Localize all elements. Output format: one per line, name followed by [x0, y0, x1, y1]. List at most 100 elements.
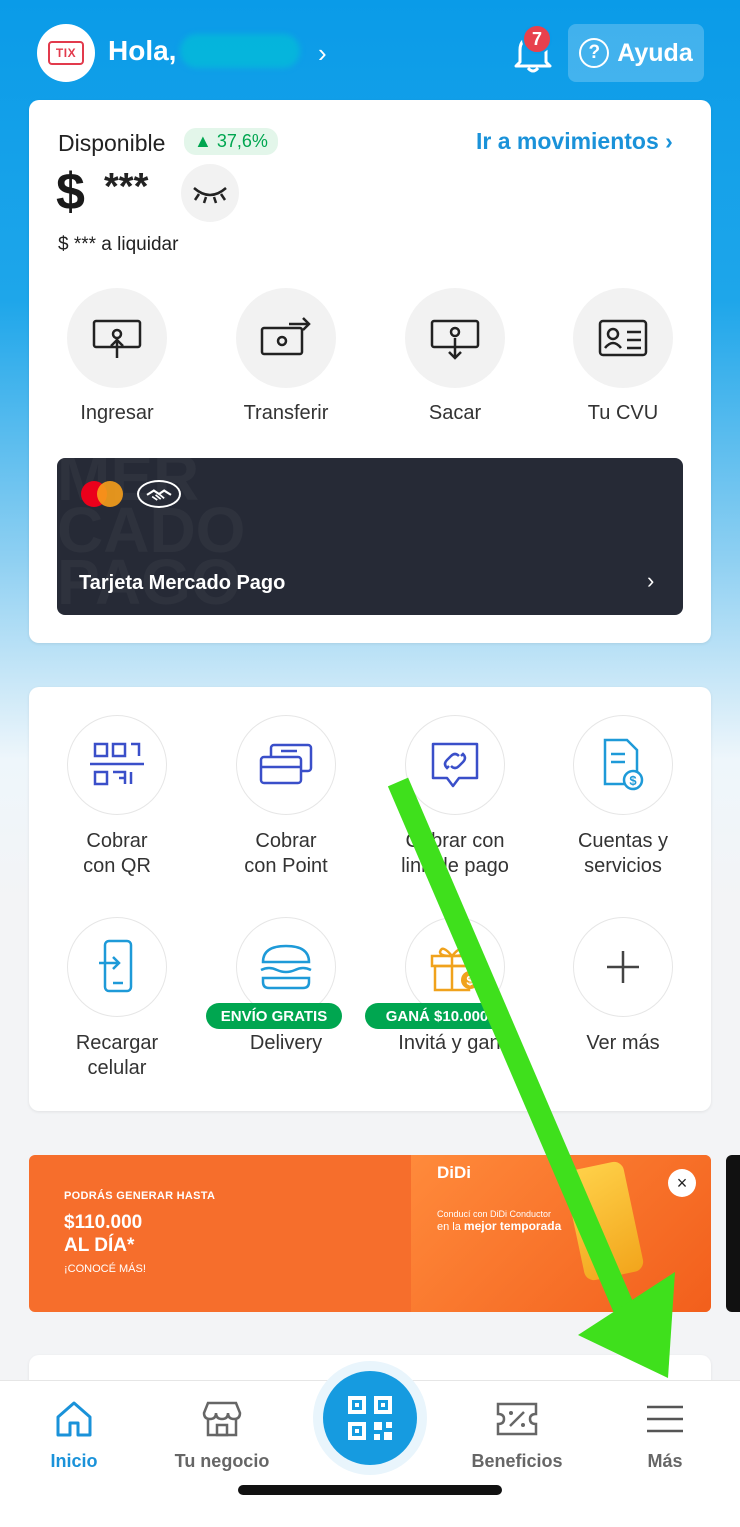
gift-icon: $ — [430, 947, 479, 992]
avatar[interactable]: TIX — [37, 24, 95, 82]
service-label: Cobrar con Point — [244, 830, 328, 877]
help-button[interactable]: ? Ayuda — [568, 24, 704, 82]
chevron-right-icon[interactable]: › — [318, 38, 327, 69]
win-money-tag: GANÁ $10.000 — [365, 1003, 509, 1029]
currency-symbol: $ — [56, 163, 85, 221]
service-circle — [573, 917, 673, 1017]
service-circle — [67, 715, 167, 815]
action-label: Tu CVU — [587, 402, 659, 424]
service-recargar[interactable]: Recargar celular — [37, 917, 197, 1081]
tagline-prefix: en la — [437, 1221, 461, 1233]
banner-line3: AL DÍA* — [64, 1235, 135, 1256]
nav-tu-negocio[interactable]: Tu negocio — [152, 1395, 292, 1472]
action-tu-cvu[interactable]: Tu CVU — [563, 288, 683, 425]
promo-banner[interactable]: PODRÁS GENERAR HASTA $110.000 AL DÍA* ¡C… — [29, 1155, 711, 1312]
action-circle — [573, 288, 673, 388]
service-label: Invitá y ganá — [398, 1032, 512, 1054]
service-cuentas[interactable]: $ Cuentas y servicios — [543, 715, 703, 879]
nav-icon-wrap — [152, 1395, 292, 1443]
banner-line1: PODRÁS GENERAR HASTA — [64, 1190, 216, 1202]
greeting[interactable]: Hola, — [108, 34, 301, 68]
balance-card: Disponible ▲ 37,6% Ir a movimientos › $ … — [29, 100, 711, 643]
nav-icon-wrap — [595, 1395, 735, 1443]
nav-label: Inicio — [50, 1451, 98, 1471]
didi-tagline1: Conducí con DiDi Conductor — [437, 1209, 552, 1219]
top-header: TIX Hola, › 7 ? Ayuda — [0, 0, 740, 100]
store-icon — [202, 1401, 242, 1437]
action-transferir[interactable]: Transferir — [226, 288, 346, 425]
bottom-navigation: Inicio Tu negocio Beneficios Más — [0, 1361, 740, 1527]
card-label: Tarjeta Mercado Pago — [79, 572, 286, 594]
didi-logo: DiDi — [437, 1163, 471, 1182]
nav-mas[interactable]: Más — [595, 1395, 735, 1472]
nav-inicio[interactable]: Inicio — [4, 1395, 144, 1472]
service-label: Recargar celular — [75, 1032, 159, 1079]
withdraw-icon — [430, 319, 480, 360]
service-label: Cuentas y servicios — [577, 830, 669, 877]
plus-icon — [607, 951, 639, 983]
home-indicator — [238, 1485, 502, 1495]
ticket-icon — [496, 1402, 538, 1436]
service-circle: $ — [573, 715, 673, 815]
service-cobrar-link[interactable]: Cobrar con link de pago — [375, 715, 535, 879]
banner-amount: $110.000 AL DÍA* — [64, 1211, 142, 1257]
mastercard-logo-icon — [81, 481, 123, 507]
services-card: Cobrar con QR Cobrar con Point Cobrar co… — [29, 687, 711, 1111]
service-label: Delivery — [249, 1032, 323, 1054]
banner-line2: $110.000 — [64, 1212, 143, 1233]
svg-text:$: $ — [629, 773, 637, 788]
balance-title: Disponible — [58, 130, 166, 156]
toggle-visibility-button[interactable] — [181, 164, 239, 222]
movements-link[interactable]: Ir a movimientos › — [476, 128, 673, 155]
phone-recharge-icon — [99, 939, 133, 993]
nav-label: Beneficios — [471, 1451, 563, 1471]
nav-beneficios[interactable]: Beneficios — [447, 1395, 587, 1472]
tagline-bold: mejor temporada — [463, 1219, 562, 1233]
service-circle — [405, 715, 505, 815]
notification-badge: 7 — [522, 24, 552, 54]
service-circle — [236, 917, 336, 1017]
deposit-icon — [92, 319, 142, 358]
balance-change-badge: ▲ 37,6% — [184, 128, 278, 155]
chevron-right-icon: › — [647, 568, 655, 593]
service-circle: $ — [405, 917, 505, 1017]
service-label: Ver más — [586, 1032, 660, 1054]
service-circle — [67, 917, 167, 1017]
service-circle — [236, 715, 336, 815]
balance-amount: *** — [104, 166, 149, 208]
help-icon: ? — [579, 38, 610, 68]
mercado-pago-card-banner[interactable]: MERCADOPAGO Tarjeta Mercado Pago › — [57, 458, 683, 615]
action-ingresar[interactable]: Ingresar — [57, 288, 177, 425]
service-invita[interactable]: $ GANÁ $10.000 Invitá y ganá — [365, 917, 535, 1056]
nav-icon-wrap — [447, 1395, 587, 1443]
eye-closed-icon — [193, 187, 227, 204]
didi-tagline2: en la mejor temporada — [437, 1219, 561, 1233]
svg-text:$: $ — [466, 973, 474, 988]
menu-icon — [647, 1405, 683, 1433]
close-icon[interactable]: × — [668, 1169, 696, 1197]
service-label: Cobrar con QR — [83, 830, 151, 877]
transfer-icon — [260, 317, 311, 356]
nav-label: Más — [647, 1451, 683, 1471]
next-banner-peek — [726, 1155, 740, 1312]
action-circle — [67, 288, 167, 388]
nav-label: Tu negocio — [174, 1451, 270, 1471]
home-icon — [56, 1401, 92, 1437]
action-sacar[interactable]: Sacar — [395, 288, 515, 425]
scan-qr-button[interactable] — [313, 1361, 427, 1475]
service-delivery[interactable]: ENVÍO GRATIS Delivery — [206, 917, 366, 1056]
qr-scan-icon — [348, 1396, 392, 1440]
banner-cta[interactable]: ¡CONOCÉ MÁS! — [64, 1263, 146, 1275]
redacted-username — [180, 34, 301, 68]
link-icon — [431, 742, 479, 788]
action-label: Sacar — [428, 402, 482, 424]
scan-qr-inner — [323, 1371, 417, 1465]
service-cobrar-qr[interactable]: Cobrar con QR — [37, 715, 197, 879]
to-settle-amount: $ *** a liquidar — [58, 234, 179, 255]
service-ver-mas[interactable]: Ver más — [543, 917, 703, 1056]
service-label: Cobrar con link de pago — [401, 830, 509, 877]
service-cobrar-point[interactable]: Cobrar con Point — [206, 715, 366, 879]
free-shipping-tag: ENVÍO GRATIS — [206, 1003, 342, 1029]
action-label: Ingresar — [80, 402, 154, 424]
action-circle — [405, 288, 505, 388]
